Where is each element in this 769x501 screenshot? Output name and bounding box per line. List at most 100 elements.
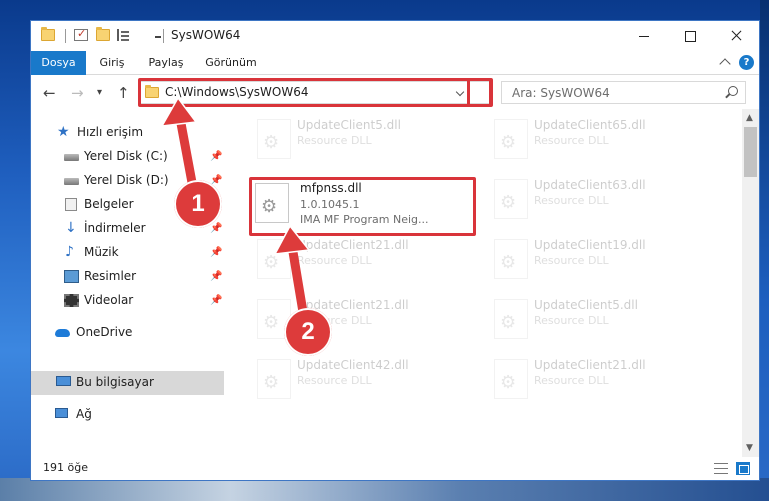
close-button[interactable] (713, 21, 759, 51)
dll-file-icon (494, 179, 528, 219)
back-arrow-icon[interactable]: ← (43, 84, 56, 102)
sidebar-item-quick-access[interactable]: ★ Hızlı erişim (31, 121, 224, 145)
help-icon[interactable]: ? (739, 55, 754, 70)
sidebar-item-label: Bu bilgisayar (76, 375, 154, 389)
maximize-button[interactable] (667, 21, 713, 51)
customize-toolbar-icon[interactable] (155, 36, 161, 38)
up-arrow-icon[interactable]: ↑ (117, 84, 130, 102)
file-item[interactable]: UpdateClient21.dll Resource DLL (249, 293, 479, 345)
disk-icon (64, 154, 79, 161)
forward-arrow-icon[interactable]: → (71, 84, 84, 102)
pin-icon[interactable]: 📌 (210, 271, 222, 282)
file-type: Resource DLL (534, 374, 609, 387)
file-item[interactable]: UpdateClient65.dll Resource DLL (486, 113, 716, 165)
vertical-scrollbar[interactable]: ▲ ▼ (742, 109, 759, 457)
scroll-down-icon[interactable]: ▼ (746, 443, 753, 453)
pin-icon[interactable]: 📌 (210, 151, 222, 162)
scroll-thumb[interactable] (744, 127, 757, 177)
dll-file-icon (494, 299, 528, 339)
dll-file-icon (494, 239, 528, 279)
explorer-window: SysWOW64 Dosya Giriş Paylaş Görünüm ? ← … (30, 20, 760, 481)
dll-file-icon (257, 119, 291, 159)
title-bar: SysWOW64 (31, 21, 759, 51)
file-name: UpdateClient63.dll (534, 178, 646, 192)
network-icon (55, 408, 68, 418)
tab-view[interactable]: Görünüm (199, 51, 263, 75)
tab-share[interactable]: Paylaş (141, 51, 191, 75)
file-type: Resource DLL (534, 194, 609, 207)
pictures-icon (64, 270, 79, 283)
highlight-file-box: mfpnss.dll 1.0.1045.1 IMA MF Program Nei… (249, 177, 476, 236)
step-2-badge: 2 (284, 308, 332, 356)
sidebar-item-music[interactable]: ♪ Müzik 📌 (31, 241, 224, 265)
search-box[interactable]: Ara: SysWOW64 (501, 81, 746, 104)
file-type: Resource DLL (534, 254, 609, 267)
file-name: UpdateClient5.dll (534, 298, 638, 312)
sidebar-item-videos[interactable]: Videolar 📌 (31, 289, 224, 313)
documents-icon (65, 198, 77, 211)
list-icon[interactable] (117, 29, 131, 41)
file-item-mfpnss[interactable]: mfpnss.dll 1.0.1045.1 IMA MF Program Nei… (252, 180, 482, 232)
desktop-background-bottom (0, 478, 769, 501)
scroll-up-icon[interactable]: ▲ (746, 113, 753, 123)
window-title: SysWOW64 (171, 28, 241, 42)
search-icon[interactable] (728, 86, 738, 96)
details-view-icon[interactable] (714, 463, 728, 474)
download-icon: ↓ (65, 220, 77, 236)
file-name: UpdateClient5.dll (297, 118, 401, 132)
file-list: UpdateClient5.dll Resource DLL UpdateCli… (224, 109, 744, 457)
navigation-bar: ← → ▾ ↑ C:\Windows\SysWOW64 ↻ Ara: SysWO… (31, 76, 759, 108)
tab-file[interactable]: Dosya (31, 51, 86, 75)
minimize-button[interactable] (621, 21, 667, 51)
dll-file-icon (257, 359, 291, 399)
desktop-background (760, 0, 769, 501)
music-icon: ♪ (65, 244, 74, 260)
file-item[interactable]: UpdateClient63.dll Resource DLL (486, 173, 716, 225)
sidebar-item-label: Müzik (84, 245, 119, 259)
file-description: IMA MF Program Neig... (300, 213, 429, 226)
sidebar-item-onedrive[interactable]: OneDrive (31, 321, 224, 345)
sidebar-item-network[interactable]: Ağ (31, 403, 224, 427)
dll-file-icon (494, 359, 528, 399)
status-bar: 191 öğe (31, 457, 759, 480)
pin-icon[interactable]: 📌 (210, 247, 222, 258)
file-item[interactable]: UpdateClient21.dll Resource DLL (486, 353, 716, 405)
star-icon: ★ (57, 124, 70, 140)
file-type: Resource DLL (534, 134, 609, 147)
sidebar-item-label: OneDrive (76, 325, 133, 339)
large-icons-view-icon[interactable] (736, 462, 750, 475)
item-count: 191 öğe (43, 461, 88, 474)
expand-ribbon-icon[interactable] (719, 58, 731, 70)
sidebar-item-label: İndirmeler (84, 221, 146, 235)
dll-file-icon (255, 183, 289, 223)
sidebar-item-label: Yerel Disk (D:) (84, 173, 169, 187)
sidebar-item-label: Yerel Disk (C:) (84, 149, 168, 163)
computer-icon (56, 376, 71, 386)
tab-home[interactable]: Giriş (91, 51, 133, 75)
file-type: Resource DLL (534, 314, 609, 327)
file-item[interactable]: UpdateClient5.dll Resource DLL (249, 113, 479, 165)
sidebar-item-label: Videolar (84, 293, 134, 307)
ribbon-tabs: Dosya Giriş Paylaş Görünüm ? (31, 51, 759, 75)
file-item[interactable]: UpdateClient21.dll Resource DLL (249, 233, 479, 285)
recent-locations-icon[interactable]: ▾ (97, 87, 102, 98)
sidebar-item-this-pc[interactable]: Bu bilgisayar (31, 371, 224, 395)
file-name: mfpnss.dll (300, 181, 362, 195)
new-folder-icon[interactable] (96, 27, 110, 41)
file-type: Resource DLL (297, 374, 372, 387)
file-item[interactable]: UpdateClient19.dll Resource DLL (486, 233, 716, 285)
pin-icon[interactable]: 📌 (210, 223, 222, 234)
toolbar-separator (163, 29, 164, 43)
sidebar-item-local-disk-c[interactable]: Yerel Disk (C:) 📌 (31, 145, 224, 169)
file-item[interactable]: UpdateClient5.dll Resource DLL (486, 293, 716, 345)
sidebar-item-pictures[interactable]: Resimler 📌 (31, 265, 224, 289)
file-item[interactable]: UpdateClient42.dll Resource DLL (249, 353, 479, 405)
properties-check-icon[interactable] (74, 27, 88, 41)
onedrive-icon (55, 329, 70, 337)
folder-icon (41, 27, 55, 41)
dll-file-icon (494, 119, 528, 159)
search-placeholder[interactable]: Ara: SysWOW64 (512, 86, 610, 100)
sidebar-item-label: Belgeler (84, 197, 134, 211)
pin-icon[interactable]: 📌 (210, 295, 222, 306)
sidebar-item-label: Resimler (84, 269, 137, 283)
